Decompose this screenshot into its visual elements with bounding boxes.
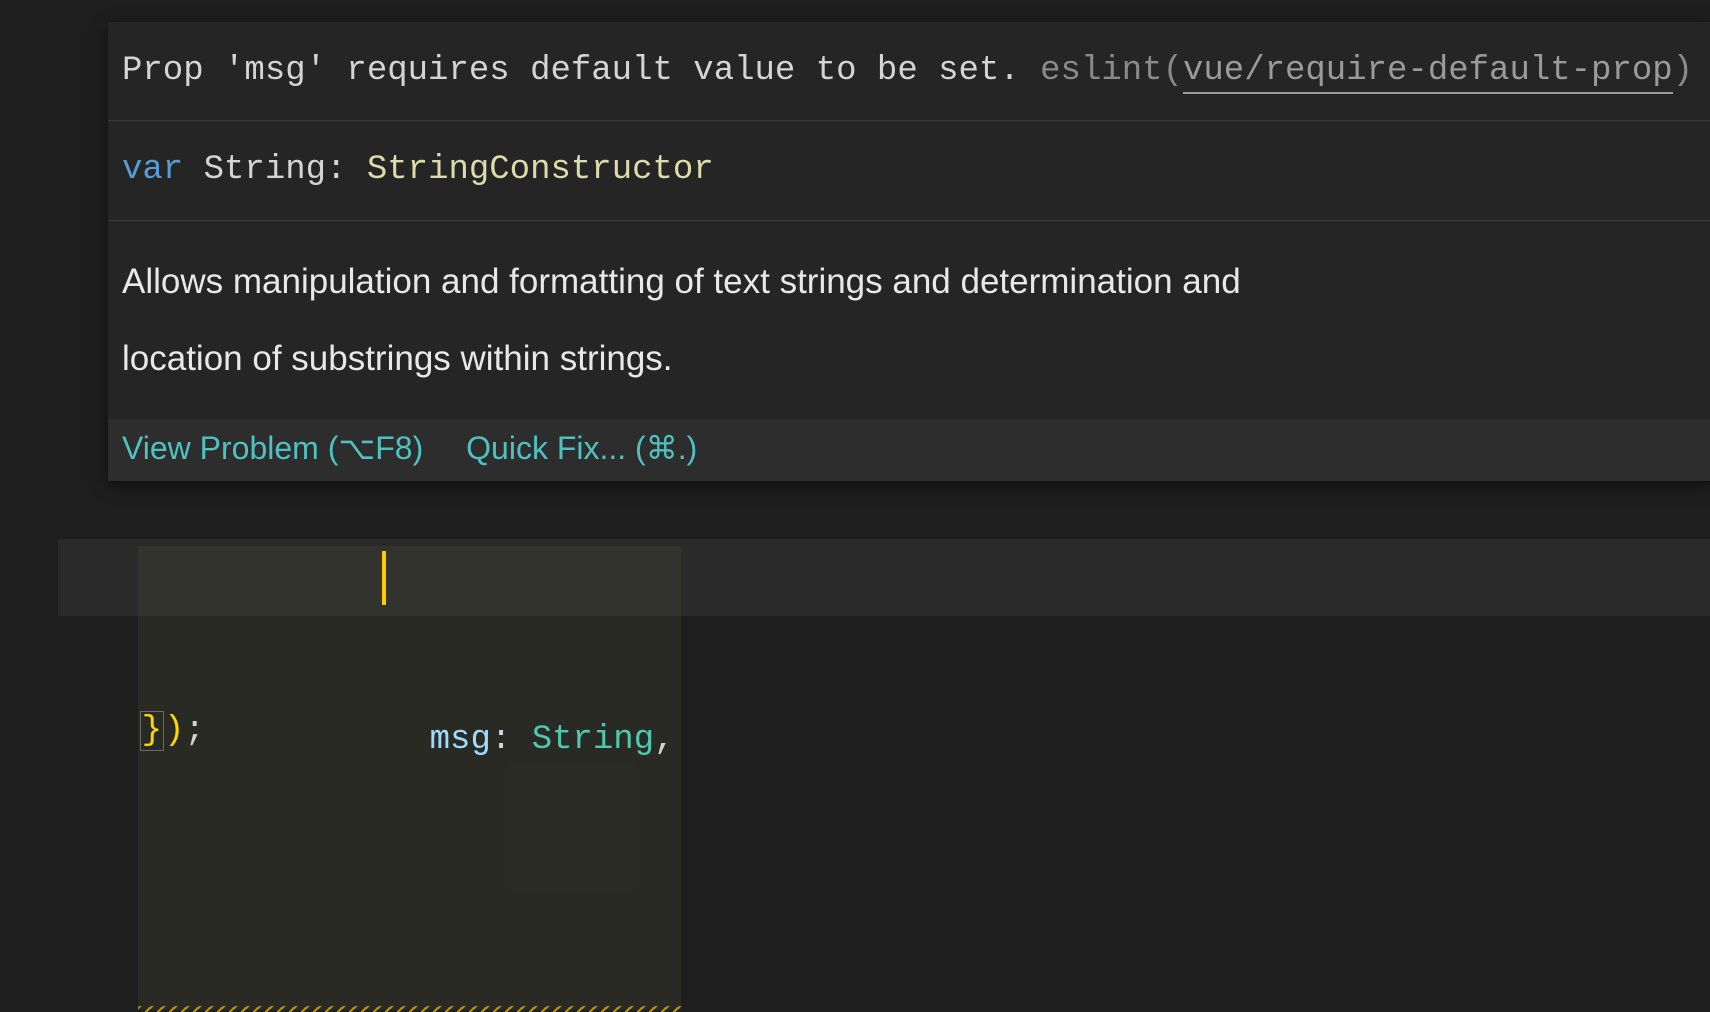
diagnostic-message: Prop 'msg' requires default value to be … — [122, 52, 1040, 90]
view-problem-action[interactable]: View Problem (⌥F8) — [122, 430, 423, 466]
diagnostic-source: eslint — [1040, 52, 1162, 90]
editor-hover-popup: Prop 'msg' requires default value to be … — [108, 22, 1710, 482]
gutter — [0, 0, 28, 752]
doc-line: location of substrings within strings. — [122, 320, 1696, 397]
eslint-rule-link[interactable]: vue/require-default-prop — [1183, 52, 1673, 94]
hover-type-signature: var String: StringConstructor — [108, 121, 1710, 220]
quick-fix-action[interactable]: Quick Fix... (⌘.) — [466, 430, 697, 466]
text-cursor — [382, 551, 386, 605]
code-line-msg[interactable]: msg: String, — [58, 539, 1710, 616]
warning-squiggle — [138, 1006, 681, 1012]
prop-type: String — [532, 721, 654, 759]
hover-documentation: Allows manipulation and formatting of te… — [108, 221, 1710, 419]
hover-diagnostic: Prop 'msg' requires default value to be … — [108, 22, 1710, 121]
prop-label: msg — [430, 721, 491, 759]
code-line: }); — [58, 616, 1710, 693]
hover-action-bar: View Problem (⌥F8) Quick Fix... (⌘.) — [108, 419, 1710, 481]
code-line: </h> — [58, 0, 1710, 9]
doc-line: Allows manipulation and formatting of te… — [122, 243, 1696, 320]
